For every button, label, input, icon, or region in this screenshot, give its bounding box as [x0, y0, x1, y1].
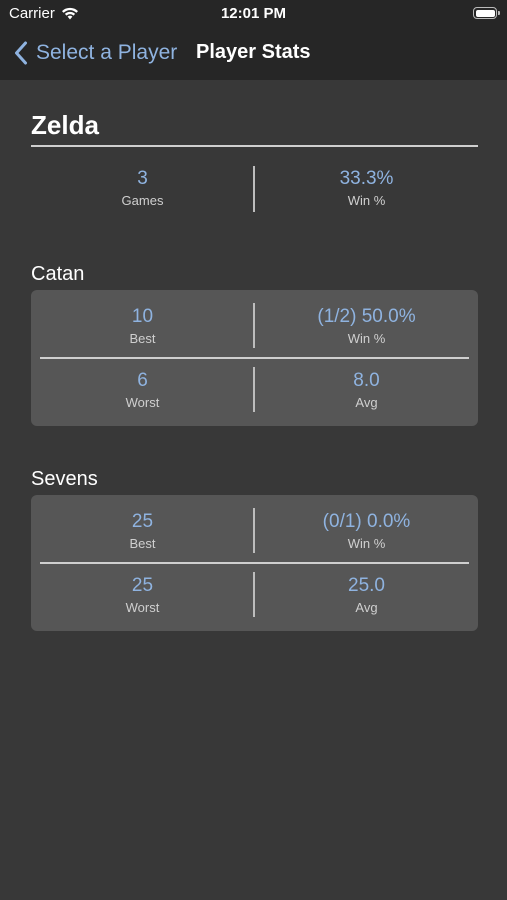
- worst-label: Worst: [125, 395, 160, 410]
- avg-stat: 25.0 Avg: [255, 575, 478, 616]
- avg-label: Avg: [355, 600, 378, 615]
- win-label: Win %: [347, 331, 386, 346]
- worst-stat: 25 Worst: [31, 575, 254, 616]
- games-stat: 3 Games: [31, 168, 254, 209]
- avg-value: 25.0: [348, 575, 385, 596]
- back-button-label: Select a Player: [36, 41, 178, 64]
- worst-label: Worst: [125, 600, 160, 615]
- worst-stat: 6 Worst: [31, 370, 254, 411]
- chevron-left-icon: [15, 41, 27, 65]
- avg-stat: 8.0 Avg: [255, 370, 478, 411]
- player-summary-stats: 3 Games 33.3% Win %: [31, 160, 478, 218]
- status-time: 12:01 PM: [220, 5, 287, 22]
- win-stat: (1/2) 50.0% Win %: [255, 306, 478, 347]
- status-bar: Carrier 12:01 PM: [0, 0, 507, 28]
- win-value: (1/2) 50.0%: [317, 306, 416, 327]
- page-title: Player Stats: [196, 41, 311, 63]
- navigation-bar: Select a Player Player Stats: [0, 28, 507, 80]
- divider: [31, 145, 478, 147]
- best-label: Best: [129, 331, 156, 346]
- win-stat: (0/1) 0.0% Win %: [255, 511, 478, 552]
- best-value: 25: [131, 511, 154, 532]
- game-stats-card-sevens: 25 Best (0/1) 0.0% Win % 25 Worst 25.0 A…: [31, 495, 478, 631]
- games-label: Games: [121, 193, 164, 208]
- avg-label: Avg: [355, 395, 378, 410]
- worst-value: 25: [131, 575, 154, 596]
- win-label: Win %: [347, 536, 386, 551]
- win-value: (0/1) 0.0%: [322, 511, 411, 532]
- game-title-sevens: Sevens: [31, 468, 98, 490]
- divider: [40, 562, 469, 564]
- games-value: 3: [137, 168, 148, 189]
- back-button[interactable]: Select a Player: [14, 38, 177, 68]
- avg-value: 8.0: [353, 370, 380, 391]
- best-value: 10: [131, 306, 154, 327]
- win-percent-label: Win %: [347, 193, 386, 208]
- divider: [40, 357, 469, 359]
- best-stat: 10 Best: [31, 306, 254, 347]
- win-percent-value: 33.3%: [339, 168, 394, 189]
- game-stats-card-catan: 10 Best (1/2) 50.0% Win % 6 Worst 8.0 Av…: [31, 290, 478, 426]
- overall-win-stat: 33.3% Win %: [255, 168, 478, 209]
- best-stat: 25 Best: [31, 511, 254, 552]
- player-name: Zelda: [31, 110, 99, 140]
- battery-icon: [473, 7, 500, 19]
- best-label: Best: [129, 536, 156, 551]
- game-title-catan: Catan: [31, 263, 85, 285]
- worst-value: 6: [137, 370, 148, 391]
